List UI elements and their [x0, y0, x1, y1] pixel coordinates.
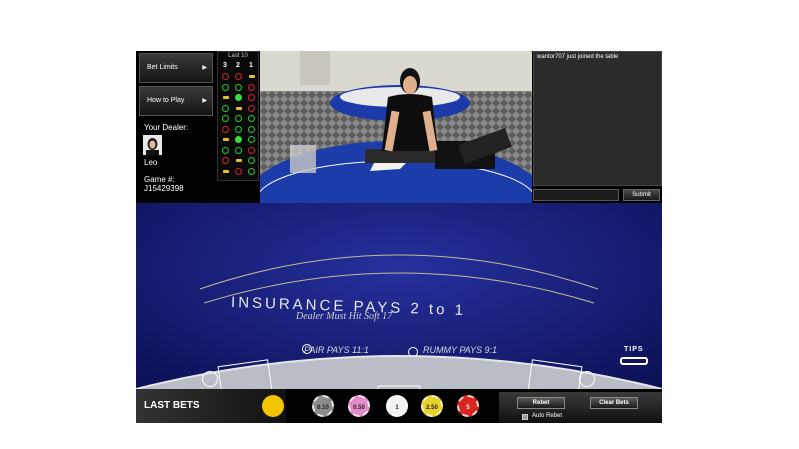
chip-1[interactable]: 0.50	[348, 395, 370, 417]
history-marker	[222, 138, 229, 141]
last-10-history: Last 10 3 2 1	[217, 51, 259, 181]
game-number: J15429398	[144, 184, 184, 193]
history-marker	[248, 167, 255, 175]
chip-0[interactable]: 0.10	[312, 395, 334, 417]
history-marker	[248, 83, 255, 91]
chip-4[interactable]: 5	[457, 395, 479, 417]
pair-pays-text: PAIR PAYS 11:1	[304, 345, 369, 355]
history-marker	[248, 75, 255, 78]
history-marker	[222, 104, 229, 112]
rummy-pays-text: RUMMY PAYS 9:1	[423, 345, 498, 355]
history-marker	[222, 169, 229, 173]
chat-input[interactable]	[533, 189, 619, 201]
history-marker	[222, 115, 229, 122]
bet-limits-label: Bet Limits	[147, 64, 178, 71]
history-marker	[248, 115, 255, 122]
tips-label: TIPS	[624, 346, 644, 353]
rummy-icon	[408, 347, 418, 357]
history-marker	[222, 146, 229, 154]
bet-limits-button[interactable]: Bet Limits ▶	[139, 53, 213, 83]
history-marker	[235, 73, 242, 80]
history-marker	[248, 136, 255, 143]
chevron-right-icon: ▶	[202, 98, 207, 104]
chip-3[interactable]: 2.50	[421, 395, 443, 417]
history-marker	[235, 115, 242, 122]
chevron-right-icon: ▶	[202, 65, 207, 71]
bet-controls: Rebet Clear Bets Auto Rebet	[499, 392, 662, 423]
auto-rebet-label: Auto Rebet	[532, 413, 563, 419]
chat-submit-button[interactable]: Submit	[623, 189, 660, 201]
dealer-name: Leo	[144, 158, 158, 167]
history-marker	[235, 83, 242, 91]
game-number-label: Game #:	[144, 175, 175, 184]
chat-panel: wantor707 just joined the table	[533, 51, 662, 186]
history-marker	[222, 73, 229, 80]
history-marker	[248, 146, 255, 154]
chat-message: wantor707 just joined the table	[537, 54, 619, 60]
last-10-header-3: 3	[223, 62, 227, 69]
history-marker	[248, 157, 255, 164]
last-bet-chip[interactable]	[262, 395, 284, 417]
history-marker	[222, 157, 229, 164]
pair-icon	[302, 344, 312, 354]
auto-rebet-checkbox[interactable]	[522, 414, 528, 420]
history-marker	[235, 159, 242, 162]
last-bets-label: LAST BETS	[144, 400, 200, 411]
history-marker	[222, 83, 229, 91]
last-10-header-2: 2	[236, 62, 240, 69]
history-marker	[235, 106, 242, 110]
history-marker	[235, 125, 242, 133]
dealer-avatar	[143, 135, 162, 155]
blackjack-app: Bet Limits ▶ How to Play ▶ Your Dealer: …	[136, 51, 662, 423]
live-dealer-video	[260, 51, 532, 203]
history-marker	[235, 146, 242, 154]
last-bets-panel: LAST BETS	[136, 389, 286, 423]
how-to-play-button[interactable]: How to Play ▶	[139, 86, 213, 116]
betting-bar: LAST BETS 0.10 0.50 1 2.50 5 Rebet Clear Bet…	[136, 389, 662, 423]
history-marker	[248, 125, 255, 133]
last-10-header-1: 1	[249, 62, 253, 69]
rebet-button[interactable]: Rebet	[517, 397, 565, 409]
history-marker	[248, 94, 255, 101]
chip-2[interactable]: 1	[386, 395, 408, 417]
pair-bet-spot[interactable]	[202, 371, 218, 387]
rummy-bet-spot[interactable]	[579, 371, 595, 387]
history-marker	[235, 136, 242, 143]
how-to-play-label: How to Play	[147, 97, 185, 104]
history-marker	[248, 104, 255, 112]
clear-bets-button[interactable]: Clear Bets	[590, 397, 638, 409]
last-10-title: Last 10	[228, 53, 248, 59]
tips-bet-spot[interactable]	[620, 357, 648, 365]
history-marker	[222, 96, 229, 99]
history-marker	[222, 125, 229, 133]
your-dealer-label: Your Dealer:	[144, 123, 189, 132]
history-marker	[235, 94, 242, 101]
history-marker	[235, 167, 242, 175]
